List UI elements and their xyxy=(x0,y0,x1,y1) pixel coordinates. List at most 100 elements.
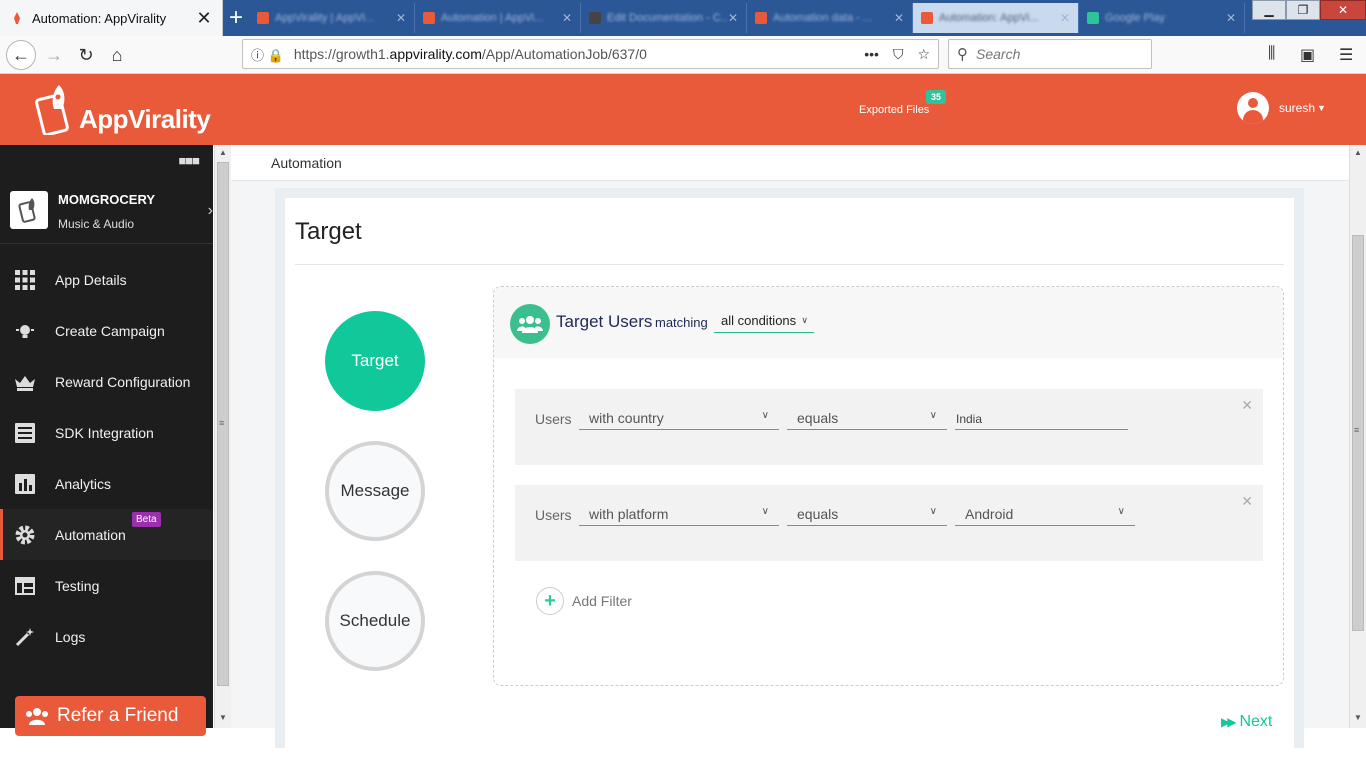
remove-filter-close-icon[interactable]: ✕ xyxy=(1241,397,1253,414)
library-icon[interactable]: ⫼ xyxy=(1268,45,1275,63)
chevron-down-icon: ∨ xyxy=(761,410,769,421)
page-actions-icon[interactable]: ••• xyxy=(864,46,879,63)
filter-field-select[interactable]: with platform ∨ xyxy=(579,502,779,526)
url-path: /App/AutomationJob/637/0 xyxy=(481,46,647,62)
sidebar-item-label: Create Campaign xyxy=(55,322,165,339)
maximize-icon[interactable]: ❐ xyxy=(1286,0,1320,20)
browser-tab[interactable]: Automation: AppVi... ✕ xyxy=(913,3,1079,33)
filter-row: Users with country ∨ equals ∨ India ✕ xyxy=(515,389,1263,465)
avatar xyxy=(1237,92,1269,124)
url-prefix: https://growth1. xyxy=(293,46,390,62)
chevron-down-icon: ∨ xyxy=(1117,506,1125,517)
sidebar-item-label: Testing xyxy=(55,577,100,594)
beta-badge: Beta xyxy=(132,512,161,527)
sidebar-item-sdk-integration[interactable]: SDK Integration xyxy=(0,407,213,458)
sidebar-menu: App Details Create Campaign Reward Confi… xyxy=(0,254,213,662)
appvirality-favicon-icon xyxy=(14,12,20,24)
step-message[interactable]: Message xyxy=(325,441,425,541)
page-scrollbar[interactable]: ▲ ≡ ▼ xyxy=(1349,145,1366,728)
refer-a-friend-button[interactable]: Refer a Friend xyxy=(15,696,206,736)
sidebar-item-create-campaign[interactable]: Create Campaign xyxy=(0,305,213,356)
pocket-icon[interactable]: ⛉ xyxy=(893,46,904,63)
sidebar-item-analytics[interactable]: Analytics xyxy=(0,458,213,509)
tab-title: Google Play xyxy=(1105,12,1165,24)
chevron-right-icon: › xyxy=(207,202,213,219)
tab-close-icon[interactable]: ✕ xyxy=(1060,11,1070,25)
minimize-icon[interactable]: ▁ xyxy=(1252,0,1286,20)
window-close-icon[interactable]: ✕ xyxy=(1320,0,1366,20)
info-lock-icon[interactable]: ⓘ 🔒 xyxy=(251,45,284,64)
tab-close-icon[interactable]: ✕ xyxy=(196,8,212,29)
bulb-icon xyxy=(14,320,36,342)
browser-search-bar[interactable]: ⚲ xyxy=(948,39,1152,69)
app-switcher[interactable]: MOMGROCERY Music & Audio › xyxy=(0,179,213,244)
filter-operator-select[interactable]: equals ∨ xyxy=(787,502,947,526)
tab-close-icon[interactable]: ✕ xyxy=(1226,11,1236,25)
filter-value-input[interactable]: India xyxy=(955,406,1128,430)
tab-close-icon[interactable]: ✕ xyxy=(562,11,572,25)
layout-icon xyxy=(14,575,36,597)
scroll-up-icon[interactable]: ▲ xyxy=(1354,148,1362,157)
browser-tab[interactable]: Automation | AppVi... ✕ xyxy=(415,3,581,33)
browser-tab[interactable]: Google Play ✕ xyxy=(1079,3,1245,33)
reload-icon[interactable]: ↻ xyxy=(72,41,100,69)
user-menu[interactable]: suresh ▼ xyxy=(1237,92,1326,124)
scroll-down-icon[interactable]: ▼ xyxy=(1354,713,1362,722)
remove-filter-close-icon[interactable]: ✕ xyxy=(1241,493,1253,510)
sidebar-item-automation[interactable]: Automation Beta xyxy=(0,509,213,560)
sidebar-toggle-icon[interactable]: ▣ xyxy=(1300,45,1315,65)
browser-tab[interactable]: Automation data - ... ✕ xyxy=(747,3,913,33)
tab-close-icon[interactable]: ✕ xyxy=(396,11,406,25)
sidebar-item-label: Analytics xyxy=(55,475,112,492)
menu-hamburger-icon[interactable]: ☰ xyxy=(1339,45,1353,65)
sidebar-item-logs[interactable]: Logs xyxy=(0,611,213,662)
condition-select[interactable]: all conditions ∨ xyxy=(714,313,814,333)
refer-label: Refer a Friend xyxy=(57,705,179,726)
scroll-down-icon[interactable]: ▼ xyxy=(219,713,227,722)
home-icon[interactable]: ⌂ xyxy=(103,41,131,69)
new-tab-button[interactable]: + xyxy=(223,0,249,36)
search-input[interactable] xyxy=(976,46,1136,62)
wand-icon xyxy=(14,626,36,648)
add-filter-label: Add Filter xyxy=(572,593,632,609)
more-dots-icon[interactable]: ■■■ xyxy=(178,153,200,168)
scroll-up-icon[interactable]: ▲ xyxy=(219,148,227,157)
browser-tab[interactable]: Edit Documentation - C... ✕ xyxy=(581,3,747,33)
url-bar[interactable]: ⓘ 🔒 https://growth1.appvirality.com/App/… xyxy=(242,39,939,69)
sidebar-item-label: Reward Configuration xyxy=(55,373,191,390)
exported-files-link[interactable]: Exported Files 35 xyxy=(859,90,947,116)
tab-close-icon[interactable]: ✕ xyxy=(894,11,904,25)
url-domain: appvirality.com xyxy=(389,46,482,62)
filter-value-select[interactable]: Android ∨ xyxy=(955,502,1135,526)
step-schedule[interactable]: Schedule xyxy=(325,571,425,671)
appvirality-logo[interactable]: AppVirality xyxy=(35,82,211,135)
browser-tab-bar: Automation: AppVirality ✕ + AppVirality … xyxy=(0,0,1366,36)
url-text[interactable]: https://growth1.appvirality.com/App/Auto… xyxy=(294,46,864,62)
tab-close-icon[interactable]: ✕ xyxy=(728,11,738,25)
tab-title: Automation: AppVi... xyxy=(939,12,1039,24)
next-button[interactable]: ▶▶ Next xyxy=(1221,713,1272,731)
bookmark-star-icon[interactable]: ☆ xyxy=(917,46,930,63)
browser-tab-active[interactable]: Automation: AppVirality ✕ xyxy=(0,0,223,36)
browser-tab[interactable]: AppVirality | AppVi... ✕ xyxy=(249,3,415,33)
filter-field-select[interactable]: with country ∨ xyxy=(579,406,779,430)
window-controls: ▁ ❐ ✕ xyxy=(1252,0,1366,20)
back-arrow-icon[interactable]: ← xyxy=(6,40,36,70)
sidebar-item-reward-configuration[interactable]: Reward Configuration xyxy=(0,356,213,407)
sidebar-item-testing[interactable]: Testing xyxy=(0,560,213,611)
chevron-down-icon: ∨ xyxy=(801,315,808,325)
scroll-grip-icon: ≡ xyxy=(219,418,225,428)
filter-operator-select[interactable]: equals ∨ xyxy=(787,406,947,430)
tab-favicon-icon xyxy=(921,12,933,24)
add-filter-button[interactable]: + Add Filter xyxy=(536,587,632,615)
bar-chart-icon xyxy=(14,473,36,495)
step-target[interactable]: Target xyxy=(325,311,425,411)
forward-arrow-icon[interactable]: → xyxy=(40,41,68,69)
matching-label: matching xyxy=(655,315,708,330)
panel-title: Target Users xyxy=(556,312,653,331)
sidebar-item-label: SDK Integration xyxy=(55,424,154,441)
exported-files-label: Exported Files xyxy=(859,104,930,116)
sidebar-item-app-details[interactable]: App Details xyxy=(0,254,213,305)
filter-value: Android xyxy=(965,506,1014,522)
sidebar-scrollbar[interactable]: ▲ ≡ ▼ xyxy=(214,145,231,728)
